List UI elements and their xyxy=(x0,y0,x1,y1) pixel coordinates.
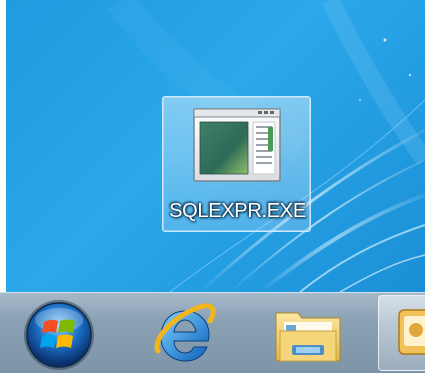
taskbar xyxy=(0,292,425,373)
folder-libraries-icon[interactable] xyxy=(270,301,346,367)
desktop-icon-label: SQLEXPR.EXE xyxy=(169,200,306,222)
windows-start-orb-icon[interactable] xyxy=(22,298,96,372)
internet-explorer-icon[interactable] xyxy=(152,301,218,367)
taskbar-active-app-button[interactable] xyxy=(378,295,425,371)
desktop-icon-sqlexpr[interactable]: SQLEXPR.EXE xyxy=(162,96,311,232)
setup-app-icon xyxy=(398,309,425,355)
application-window-icon xyxy=(193,108,281,182)
